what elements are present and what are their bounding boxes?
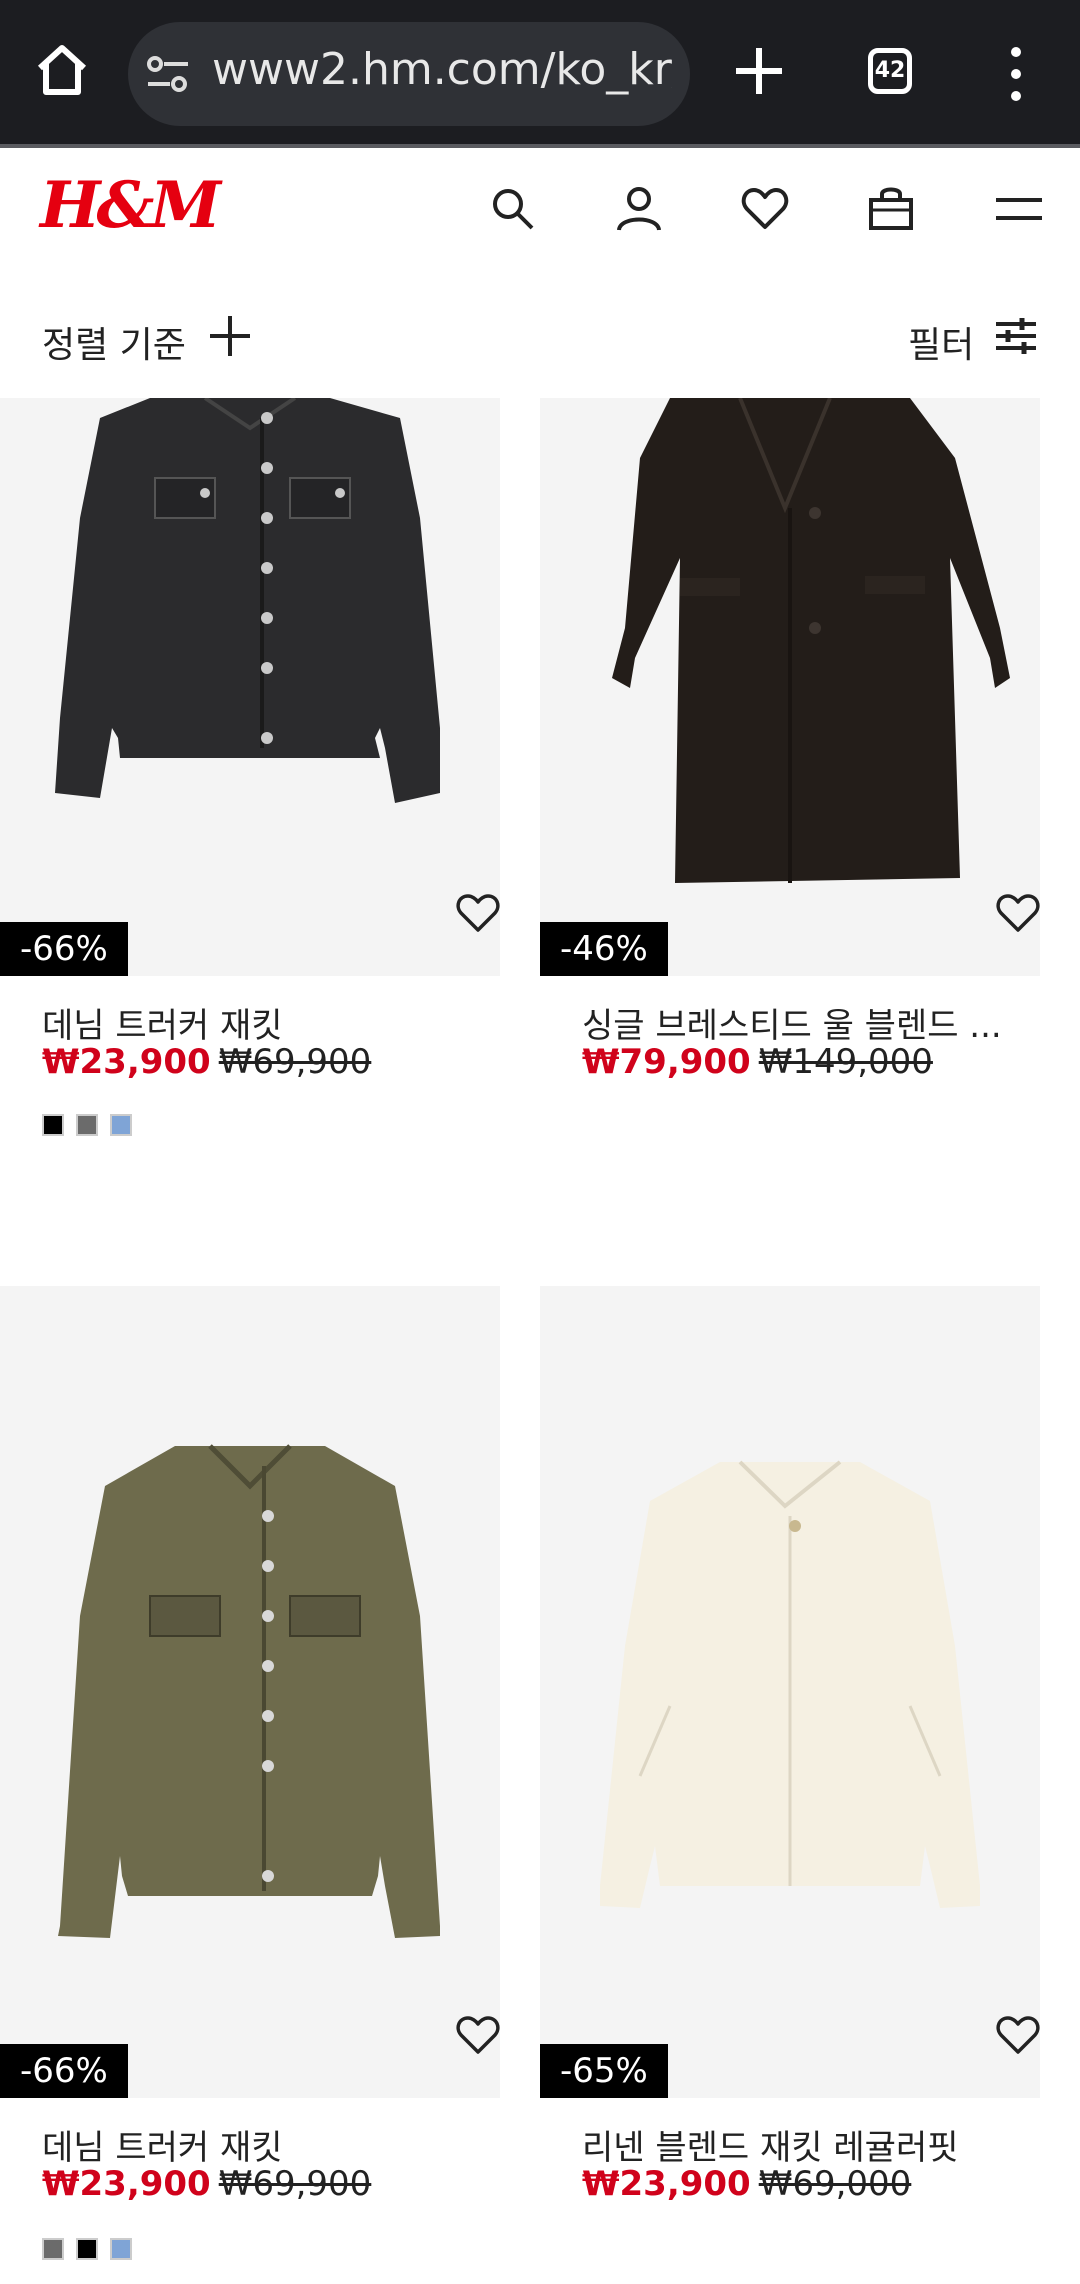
original-price: ₩149,000 [758, 1042, 933, 1082]
filter-sliders-icon[interactable] [994, 316, 1038, 356]
filter-button[interactable]: 필터 [908, 316, 974, 368]
discount-badge: -65% [540, 2044, 668, 2098]
search-icon[interactable] [488, 184, 538, 234]
hm-logo[interactable]: H&M [40, 168, 221, 243]
product-card[interactable]: -66% 데님 트러커 재킷 ₩23,900 ₩69,900 [0, 1286, 500, 2284]
product-image[interactable]: -66% [0, 1286, 500, 2098]
swatch-light-blue[interactable] [110, 1114, 132, 1136]
tab-switcher-button[interactable]: 42 [868, 48, 912, 94]
discount-badge: -46% [540, 922, 668, 976]
product-card[interactable]: -46% 싱글 브레스티드 울 블렌드 ... ₩79,900 ₩149,000 [540, 398, 1040, 1168]
menu-icon[interactable] [994, 184, 1044, 234]
product-card[interactable]: -65% 리넨 블렌드 재킷 레귤러핏 ₩23,900 ₩69,000 [540, 1286, 1040, 2284]
swatch-black[interactable] [42, 1114, 64, 1136]
product-name[interactable]: 싱글 브레스티드 울 블렌드 ... [582, 998, 1012, 1047]
plus-icon[interactable] [208, 314, 252, 358]
sale-price: ₩23,900 [42, 2164, 211, 2204]
browser-toolbar: www2.hm.com/ko_kr/ 42 [0, 0, 1080, 148]
sort-button[interactable]: 정렬 기준 [42, 316, 186, 368]
original-price: ₩69,000 [758, 2164, 912, 2204]
sale-price: ₩23,900 [42, 1042, 211, 1082]
swatch-grey[interactable] [76, 1114, 98, 1136]
heart-icon[interactable] [995, 892, 1040, 934]
denim-jacket-black-image [55, 398, 440, 803]
new-tab-icon[interactable] [732, 44, 786, 98]
product-name[interactable]: 데님 트러커 재킷 [42, 2120, 472, 2169]
swatch-black[interactable] [76, 2238, 98, 2260]
site-settings-icon[interactable] [146, 54, 190, 94]
product-image[interactable]: -66% [0, 398, 500, 976]
more-menu-icon[interactable] [1004, 46, 1028, 102]
product-name[interactable]: 데님 트러커 재킷 [42, 998, 472, 1047]
original-price: ₩69,900 [218, 1042, 372, 1082]
swatch-light-blue[interactable] [110, 2238, 132, 2260]
sort-filter-bar: 정렬 기준 필터 [0, 278, 1080, 398]
sale-price: ₩79,900 [582, 1042, 751, 1082]
favorites-icon[interactable] [740, 184, 790, 234]
wool-coat-black-image [612, 398, 1010, 883]
color-swatches [42, 2238, 144, 2260]
product-price: ₩23,900 ₩69,900 [42, 2164, 371, 2204]
discount-badge: -66% [0, 2044, 128, 2098]
address-bar[interactable]: www2.hm.com/ko_kr/ [128, 22, 690, 126]
shopping-bag-icon[interactable] [866, 184, 916, 234]
product-image[interactable]: -46% [540, 398, 1040, 976]
product-price: ₩23,900 ₩69,900 [42, 1042, 371, 1082]
heart-icon[interactable] [455, 2014, 500, 2056]
site-header: H&M [0, 148, 1080, 278]
home-icon[interactable] [32, 40, 92, 100]
heart-icon[interactable] [455, 892, 500, 934]
sale-price: ₩23,900 [582, 2164, 751, 2204]
denim-jacket-olive-image [58, 1444, 440, 1938]
url-text: www2.hm.com/ko_kr/ [212, 44, 672, 95]
swatch-grey[interactable] [42, 2238, 64, 2260]
discount-badge: -66% [0, 922, 128, 976]
product-price: ₩23,900 ₩69,000 [582, 2164, 911, 2204]
heart-icon[interactable] [995, 2014, 1040, 2056]
linen-jacket-cream-image [600, 1460, 980, 1908]
account-icon[interactable] [614, 184, 664, 234]
product-image[interactable]: -65% [540, 1286, 1040, 2098]
original-price: ₩69,900 [218, 2164, 372, 2204]
product-name[interactable]: 리넨 블렌드 재킷 레귤러핏 [582, 2120, 1012, 2169]
color-swatches [42, 1114, 144, 1136]
product-card[interactable]: -66% 데님 트러커 재킷 ₩23,900 ₩69,900 [0, 398, 500, 1168]
product-price: ₩79,900 ₩149,000 [582, 1042, 933, 1082]
